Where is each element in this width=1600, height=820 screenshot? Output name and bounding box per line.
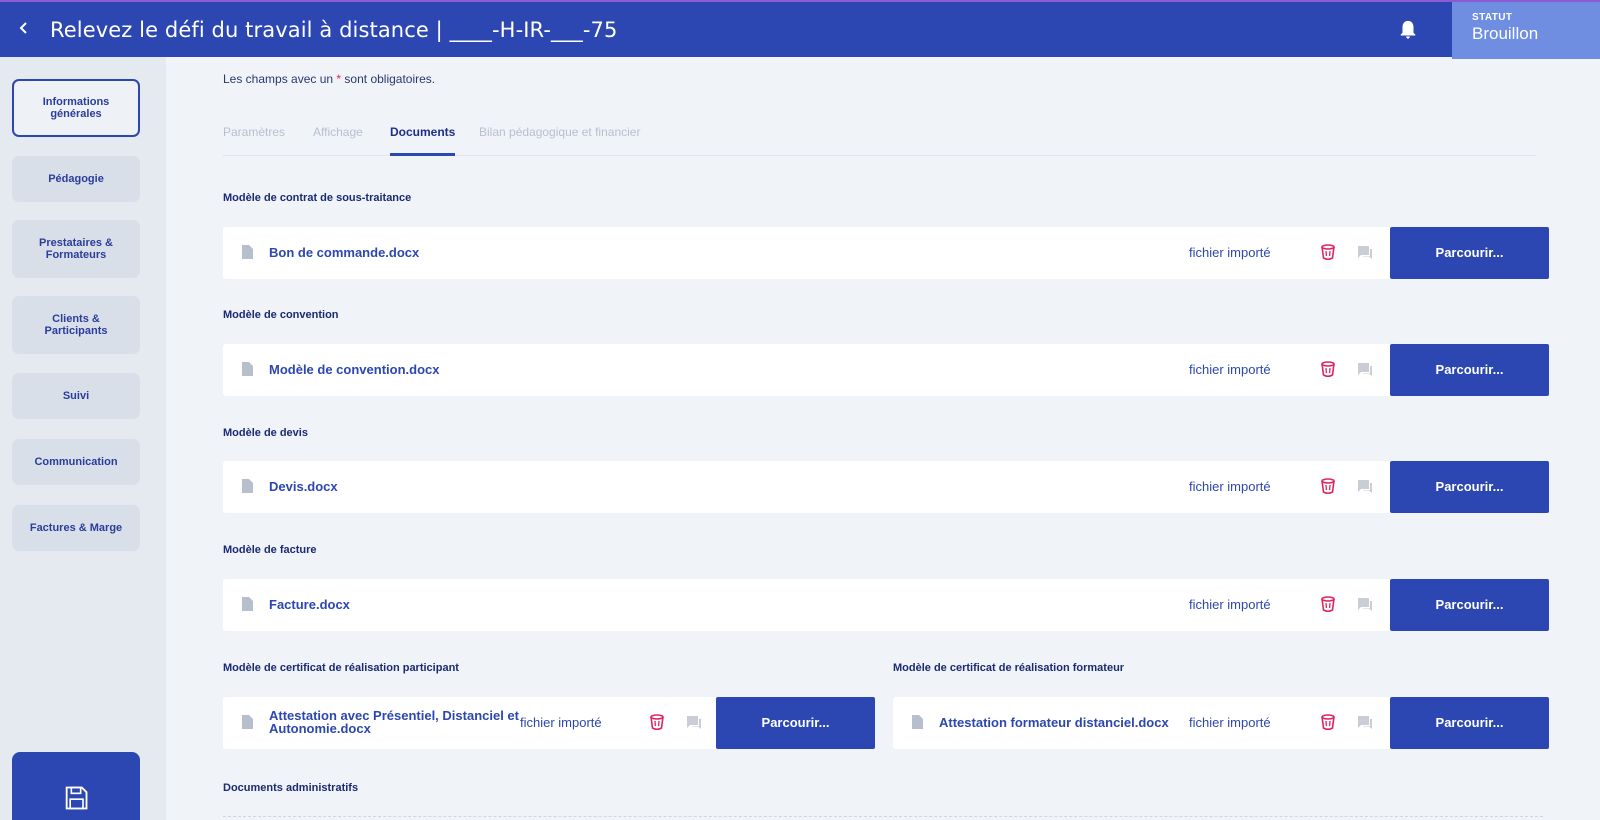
chevron-left-icon bbox=[19, 22, 27, 34]
floppy-disk-icon bbox=[65, 786, 88, 810]
document-row: Modèle de convention.docx fichier import… bbox=[223, 344, 1549, 396]
sidebar-item-label: Communication bbox=[34, 456, 118, 468]
comment-icon[interactable] bbox=[1356, 713, 1374, 731]
section-label-sous-traitance: Modèle de contrat de sous-traitance bbox=[223, 192, 412, 204]
browse-button[interactable]: Parcourir... bbox=[1390, 461, 1549, 513]
file-icon bbox=[242, 479, 253, 493]
tab-bilan[interactable]: Bilan pédagogique et financier bbox=[479, 125, 640, 139]
import-status: fichier importé bbox=[1189, 362, 1271, 377]
document-row: Bon de commande.docx fichier importé Par… bbox=[223, 227, 1549, 279]
dropzone-edge bbox=[223, 816, 1543, 820]
trash-icon[interactable] bbox=[1319, 360, 1337, 378]
required-star: * bbox=[336, 72, 342, 86]
file-icon bbox=[242, 362, 253, 376]
trash-icon[interactable] bbox=[1319, 243, 1337, 261]
document-row: Devis.docx fichier importé Parcourir... bbox=[223, 461, 1549, 513]
browse-button[interactable]: Parcourir... bbox=[1390, 697, 1549, 749]
status-value: Brouillon bbox=[1472, 24, 1539, 43]
tab-parametres[interactable]: Paramètres bbox=[223, 125, 285, 139]
save-button[interactable] bbox=[12, 752, 140, 820]
sidebar-item-prestataires-formateurs[interactable]: Prestataires & Formateurs bbox=[12, 220, 140, 278]
import-status: fichier importé bbox=[1189, 479, 1271, 494]
trash-icon[interactable] bbox=[648, 713, 666, 731]
document-row: Attestation avec Présentiel, Distanciel … bbox=[223, 697, 875, 749]
file-name[interactable]: Modèle de convention.docx bbox=[269, 362, 439, 377]
section-label-convention: Modèle de convention bbox=[223, 309, 339, 321]
file-icon bbox=[242, 597, 253, 611]
section-label-facture: Modèle de facture bbox=[223, 544, 317, 556]
trash-icon[interactable] bbox=[1319, 595, 1337, 613]
back-button[interactable] bbox=[12, 16, 36, 40]
trash-icon[interactable] bbox=[1319, 477, 1337, 495]
section-label-certificat-formateur: Modèle de certificat de réalisation form… bbox=[893, 662, 1125, 674]
sidebar-item-label: Factures & Marge bbox=[29, 522, 123, 534]
browse-button[interactable]: Parcourir... bbox=[1390, 344, 1549, 396]
import-status: fichier importé bbox=[1189, 715, 1271, 730]
document-row: Facture.docx fichier importé Parcourir..… bbox=[223, 579, 1549, 631]
file-icon bbox=[912, 715, 923, 729]
sidebar-item-label: Suivi bbox=[62, 390, 90, 402]
file-name[interactable]: Bon de commande.docx bbox=[269, 245, 419, 260]
sidebar-item-label: Pédagogie bbox=[48, 173, 104, 185]
file-icon bbox=[242, 245, 253, 259]
import-status: fichier importé bbox=[1189, 597, 1271, 612]
browse-button[interactable]: Parcourir... bbox=[716, 697, 875, 749]
top-bar: Relevez le défi du travail à distance | … bbox=[0, 0, 1600, 59]
tab-bar: Paramètres Affichage Documents Bilan péd… bbox=[223, 117, 1536, 156]
status-box: STATUT Brouillon bbox=[1452, 2, 1600, 59]
comment-icon[interactable] bbox=[685, 713, 703, 731]
tab-affichage[interactable]: Affichage bbox=[313, 125, 363, 139]
trash-icon[interactable] bbox=[1319, 713, 1337, 731]
browse-button[interactable]: Parcourir... bbox=[1390, 579, 1549, 631]
bell-icon bbox=[1400, 20, 1416, 39]
sidebar-item-clients-participants[interactable]: Clients & Participants bbox=[12, 296, 140, 354]
sidebar-item-label: Informations générales bbox=[42, 96, 110, 120]
main-content: Les champs avec un * sont obligatoires. … bbox=[166, 57, 1600, 820]
section-label-devis: Modèle de devis bbox=[223, 427, 308, 439]
file-name[interactable]: Facture.docx bbox=[269, 597, 350, 612]
file-name[interactable]: Attestation formateur distanciel.docx bbox=[939, 715, 1169, 730]
sidebar-item-label: Clients & Participants bbox=[44, 313, 108, 337]
comment-icon[interactable] bbox=[1356, 477, 1374, 495]
sidebar-item-factures-marge[interactable]: Factures & Marge bbox=[12, 505, 140, 551]
comment-icon[interactable] bbox=[1356, 243, 1374, 261]
file-icon bbox=[242, 715, 253, 729]
status-label: STATUT bbox=[1472, 12, 1513, 23]
section-label-documents-administratifs: Documents administratifs bbox=[223, 782, 359, 794]
tab-documents[interactable]: Documents bbox=[390, 125, 456, 156]
sidebar-item-pedagogie[interactable]: Pédagogie bbox=[12, 156, 140, 202]
import-status: fichier importé bbox=[520, 715, 602, 730]
section-label-certificat-participant: Modèle de certificat de réalisation part… bbox=[223, 662, 459, 674]
document-row: Attestation formateur distanciel.docx fi… bbox=[893, 697, 1549, 749]
file-name[interactable]: Attestation avec Présentiel, Distanciel … bbox=[269, 709, 519, 735]
browse-button[interactable]: Parcourir... bbox=[1390, 227, 1549, 279]
comment-icon[interactable] bbox=[1356, 595, 1374, 613]
import-status: fichier importé bbox=[1189, 245, 1271, 260]
file-name[interactable]: Devis.docx bbox=[269, 479, 338, 494]
required-fields-note: Les champs avec un * sont obligatoires. bbox=[223, 72, 436, 86]
sidebar: Informations générales Pédagogie Prestat… bbox=[0, 57, 166, 820]
page-title: Relevez le défi du travail à distance | … bbox=[50, 18, 618, 42]
comment-icon[interactable] bbox=[1356, 360, 1374, 378]
sidebar-item-informations-generales[interactable]: Informations générales bbox=[12, 79, 140, 137]
sidebar-item-label: Prestataires & Formateurs bbox=[39, 237, 113, 261]
sidebar-item-communication[interactable]: Communication bbox=[12, 439, 140, 485]
sidebar-item-suivi[interactable]: Suivi bbox=[12, 373, 140, 419]
notifications-button[interactable] bbox=[1397, 19, 1419, 41]
